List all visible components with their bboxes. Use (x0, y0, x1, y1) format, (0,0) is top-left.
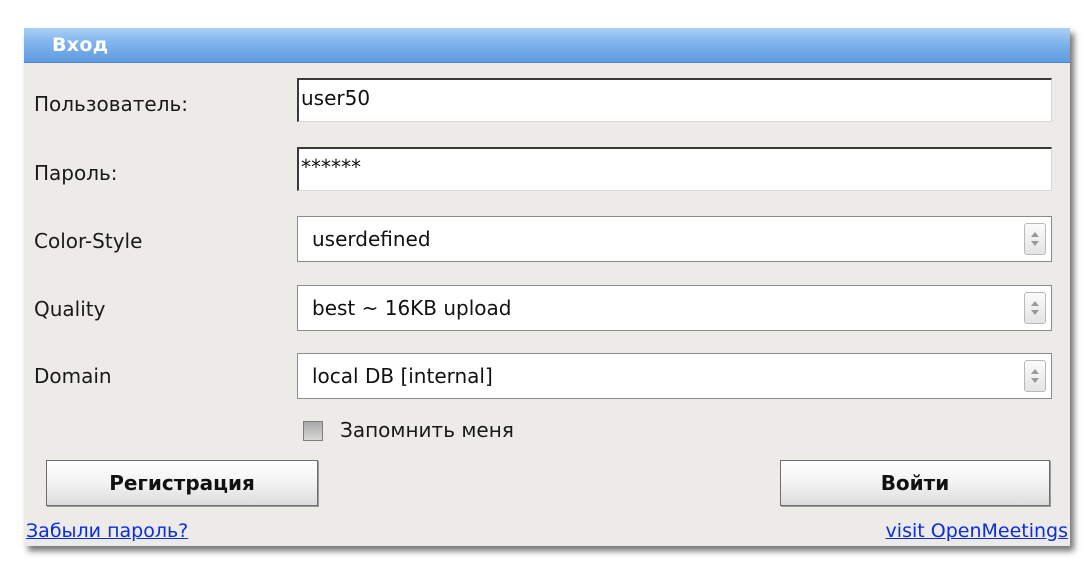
quality-spinner-icon[interactable] (1024, 292, 1046, 324)
color-style-select[interactable]: userdefined (297, 216, 1052, 262)
login-dialog: Вход Пользователь: user50 Пароль: ******… (24, 28, 1070, 546)
forgot-password-link[interactable]: Забыли пароль? (26, 520, 188, 542)
domain-select[interactable]: local DB [internal] (297, 353, 1052, 399)
arrow-up-icon (1031, 301, 1039, 306)
username-field[interactable]: user50 (297, 78, 1052, 122)
domain-label: Domain (34, 364, 112, 388)
password-label: Пароль: (34, 161, 118, 185)
quality-value: best ~ 16KB upload (312, 296, 512, 320)
username-value: user50 (301, 86, 371, 110)
arrow-up-icon (1031, 369, 1039, 374)
color-style-value: userdefined (312, 227, 431, 251)
remember-me-label[interactable]: Запомнить меня (340, 418, 514, 442)
color-style-label: Color-Style (34, 229, 143, 253)
username-label: Пользователь: (34, 92, 189, 116)
visit-openmeetings-link[interactable]: visit OpenMeetings (886, 520, 1068, 542)
remember-me-checkbox[interactable] (303, 421, 323, 441)
quality-select[interactable]: best ~ 16KB upload (297, 285, 1052, 331)
quality-label: Quality (34, 297, 106, 321)
password-value: ****** (301, 155, 361, 179)
arrow-down-icon (1031, 378, 1039, 383)
dialog-titlebar: Вход (24, 28, 1070, 63)
domain-value: local DB [internal] (312, 364, 493, 388)
arrow-down-icon (1031, 241, 1039, 246)
register-button[interactable]: Регистрация (46, 460, 318, 506)
arrow-up-icon (1031, 232, 1039, 237)
arrow-down-icon (1031, 310, 1039, 315)
login-button[interactable]: Войти (780, 460, 1050, 506)
domain-spinner-icon[interactable] (1024, 360, 1046, 392)
color-style-spinner-icon[interactable] (1024, 223, 1046, 255)
dialog-title: Вход (52, 34, 109, 56)
password-field[interactable]: ****** (297, 147, 1052, 191)
